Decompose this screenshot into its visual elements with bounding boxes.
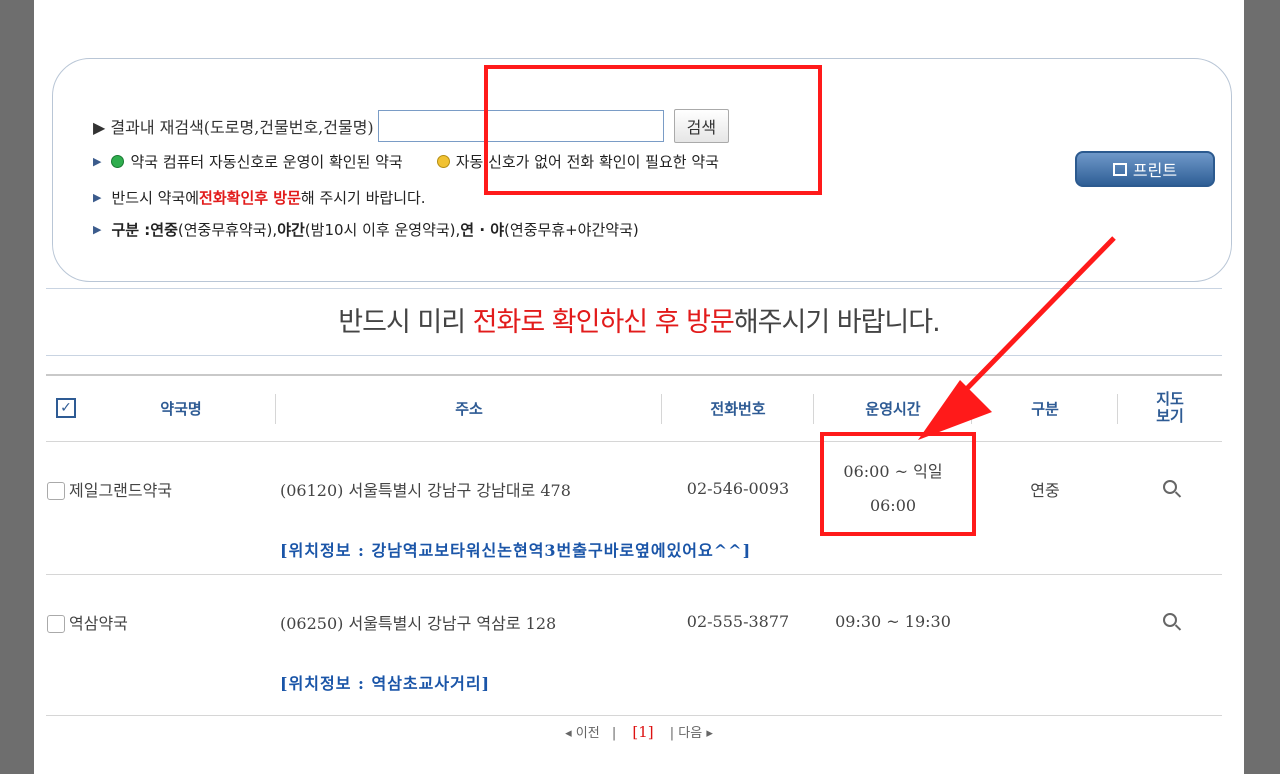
pharmacy-table: ✓ 약국명 주소 전화번호 운영시간 구분 지도 보기 제일그랜드약국 (0612… [46,374,1222,716]
category-yeonjung-desc: (연중무휴약국), [177,221,278,239]
triangle-bullet-icon: ▶ [93,191,102,204]
location-info: [위치정보 : 역삼초교사거리] [280,673,491,693]
print-label: 프린트 [1132,161,1178,180]
next-page-link[interactable]: 다음 ▸ [678,726,713,741]
header-map: 지도 보기 [1156,390,1184,426]
prev-page-link[interactable]: ◂ 이전 [565,726,600,741]
pharmacy-hours: 09:30 ~ 19:30 [835,612,951,631]
must-call-suffix: 해 주시기 바랍니다. [300,189,426,207]
select-all-header[interactable]: ✓ [46,375,86,441]
pharmacy-hours: 06:00 ~ 익일 [843,461,943,481]
print-icon [1112,162,1127,176]
category-yeonjung: 연중 [150,221,178,239]
must-call-highlight: 전화확인후 방문 [199,189,301,207]
research-label: ▶ 결과내 재검색(도로명,건물번호,건물명) [93,118,374,137]
divider [46,355,1222,356]
category-yagan-desc: (밤10시 이후 운영약국), [304,221,461,239]
magnifier-icon[interactable] [1163,613,1177,627]
pharmacy-address: (06250) 서울특별시 강남구 역삼로 128 [280,613,557,633]
table-header-row: ✓ 약국명 주소 전화번호 운영시간 구분 지도 보기 [46,375,1222,441]
header-phone: 전화번호 [662,375,814,441]
location-row: [위치정보 : 역삼초교사거리] [46,669,1222,715]
header-name: 약국명 [86,375,276,441]
divider [46,288,1222,289]
row-checkbox[interactable] [47,615,65,633]
pharmacy-name: 제일그랜드약국 [69,480,173,500]
notice-prefix: 반드시 미리 [338,307,473,338]
row-checkbox[interactable] [47,482,65,500]
header-hours: 운영시간 [814,375,972,441]
pharmacy-category: 연중 [1030,480,1060,500]
category-both: 연 · 야 [460,221,505,239]
print-button[interactable]: 프린트 [1075,151,1215,187]
notice-banner: 반드시 미리 전화로 확인하신 후 방문해주시기 바랍니다. [34,300,1244,339]
category-both-desc: (연중무휴+야간약국) [504,221,639,239]
must-call-row: ▶ 반드시 약국에 전화확인후 방문 해 주시기 바랍니다. [93,187,426,208]
legend-row: ▶ 약국 컴퓨터 자동신호로 운영이 확인된 약국 자동 신호가 없어 전화 확… [93,151,719,172]
notice-suffix: 해주시기 바랍니다. [733,307,941,338]
pharmacy-hours-end: 06:00 [869,495,917,515]
must-call-prefix: 반드시 약국에 [111,189,200,207]
category-row: ▶ 구분 : 연중 (연중무휴약국), 야간 (밤10시 이후 운영약국), 연… [93,219,639,240]
category-yagan: 야간 [277,221,305,239]
search-panel: ▶ 결과내 재검색(도로명,건물번호,건물명) 검색 ▶ 약국 컴퓨터 자동신호… [52,58,1232,282]
search-button[interactable]: 검색 [673,109,730,143]
category-label: 구분 : [111,221,151,239]
research-row: ▶ 결과내 재검색(도로명,건물번호,건물명) 검색 [93,109,730,143]
notice-highlight: 전화로 확인하신 후 방문 [472,307,735,338]
pharmacy-address: (06120) 서울특별시 강남구 강남대로 478 [280,480,571,500]
page: ▶ 결과내 재검색(도로명,건물번호,건물명) 검색 ▶ 약국 컴퓨터 자동신호… [34,0,1244,774]
header-category: 구분 [972,375,1118,441]
pharmacy-phone: 02-555-3877 [686,612,790,631]
triangle-bullet-icon: ▶ [93,155,102,168]
triangle-bullet-icon: ▶ [93,223,102,236]
location-info: [위치정보 : 강남역교보타워신논현역3번출구바로옆에있어요^^] [280,540,752,560]
green-signal-icon [111,155,125,168]
select-all-checkbox[interactable]: ✓ [56,398,76,419]
legend-green-text: 약국 컴퓨터 자동신호로 운영이 확인된 약국 [130,153,403,171]
legend-yellow-text: 자동 신호가 없어 전화 확인이 필요한 약국 [455,153,719,171]
pharmacy-name: 역삼약국 [69,613,128,633]
research-input[interactable] [377,110,664,142]
pharmacy-phone: 02-546-0093 [686,479,790,498]
yellow-signal-icon [436,155,450,168]
pagination: ◂ 이전 | [1] | 다음 ▸ [565,723,713,741]
location-row: [위치정보 : 강남역교보타워신논현역3번출구바로옆에있어요^^] [46,536,1222,574]
magnifier-icon[interactable] [1163,480,1177,494]
header-address: 주소 [276,375,662,441]
table-row: 제일그랜드약국 (06120) 서울특별시 강남구 강남대로 478 02-54… [46,441,1222,536]
current-page[interactable]: [1] [632,723,653,741]
table-row: 역삼약국 (06250) 서울특별시 강남구 역삼로 128 02-555-38… [46,574,1222,669]
